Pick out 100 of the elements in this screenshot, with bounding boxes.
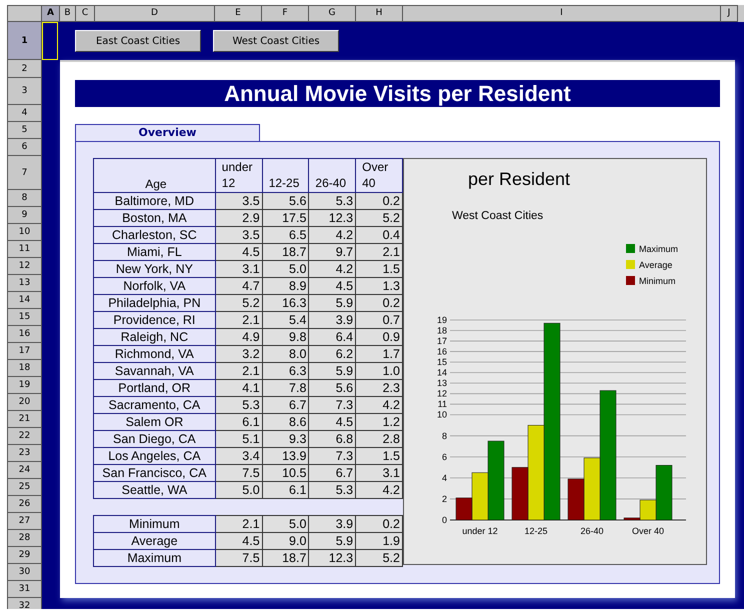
axis-tick-label: 10 (436, 410, 447, 420)
axis-tick-label: 12 (436, 388, 447, 399)
row-header[interactable]: 14 (7, 292, 42, 309)
column-header[interactable]: D (95, 5, 215, 22)
value-cell: 0.4 (356, 226, 402, 244)
row-header[interactable]: 11 (7, 241, 42, 258)
value-cell: 1.2 (356, 414, 402, 430)
city-cell: Portland, OR (94, 380, 216, 396)
row-header[interactable]: 8 (7, 190, 42, 207)
axis-tick-label: 6 (442, 452, 447, 462)
axis-tick-label: 0 (442, 515, 447, 525)
value-cell: 1.7 (356, 346, 402, 362)
axis-tick-label: 14 (436, 368, 447, 378)
row-header[interactable]: 3 (7, 78, 42, 105)
row-header[interactable]: 15 (7, 309, 42, 326)
value-cell: 3.2 (215, 346, 262, 362)
value-cell: 4.2 (356, 396, 402, 414)
value-cell: 3.1 (215, 260, 262, 278)
value-cell: 2.9 (215, 210, 262, 226)
value-cell: 2.1 (215, 516, 262, 532)
value-cell: 9.8 (262, 328, 309, 346)
series-label: Minimum (639, 276, 676, 286)
value-cell: 5.6 (308, 380, 356, 396)
value-cell: 5.3 (308, 192, 356, 210)
row-header[interactable]: 29 (7, 547, 42, 564)
row-header[interactable]: 26 (7, 496, 42, 513)
row-header[interactable]: 7 (7, 156, 42, 190)
value-cell: 5.0 (262, 516, 309, 532)
value-cell: 7.3 (308, 448, 356, 464)
axis-tick-label: 16 (436, 346, 447, 357)
row-header[interactable]: 20 (7, 394, 42, 411)
column-heading: 12-25 (262, 158, 309, 192)
filter-button[interactable]: West Coast Cities (213, 30, 339, 52)
row-header[interactable]: 24 (7, 462, 42, 479)
row-header[interactable]: 1 (7, 22, 42, 60)
row-header[interactable]: 21 (7, 411, 42, 428)
chart-title: per Resident (468, 169, 570, 190)
value-cell: 7.3 (308, 396, 356, 414)
filter-button[interactable]: East Coast Cities (75, 30, 201, 52)
row-header[interactable]: 23 (7, 445, 42, 462)
row-header[interactable]: 30 (7, 564, 42, 581)
axis-tick-label: 2 (442, 494, 447, 504)
axis-tick-label: 13 (436, 378, 447, 388)
value-cell: 1.5 (356, 260, 402, 278)
row-header[interactable]: 16 (7, 326, 42, 343)
dashboard-title: Annual Movie Visits per Resident (75, 80, 720, 107)
row-header[interactable]: 27 (7, 513, 42, 530)
row-header[interactable]: 32 (7, 598, 42, 609)
value-cell: 3.1 (356, 464, 402, 482)
value-cell: 0.2 (356, 516, 402, 532)
row-header[interactable]: 2 (7, 60, 42, 78)
tab[interactable]: Overview (75, 124, 260, 141)
value-cell: 3.9 (308, 312, 356, 328)
value-cell: 8.9 (262, 278, 309, 294)
city-cell: Salem OR (94, 414, 216, 430)
summary-label: Minimum (94, 516, 216, 532)
row-header[interactable]: 12 (7, 258, 42, 275)
row-header[interactable]: 9 (7, 207, 42, 224)
chart-subtitle: West Coast Cities (452, 210, 544, 222)
city-cell: Raleigh, NC (94, 328, 216, 346)
axis-tick-label: 17 (436, 336, 447, 346)
value-cell: 10.5 (262, 464, 309, 482)
city-cell: Norfolk, VA (94, 278, 216, 294)
row-header[interactable]: 10 (7, 224, 42, 241)
row-header[interactable]: 19 (7, 377, 42, 394)
value-cell: 12.3 (308, 210, 356, 226)
city-cell: Richmond, VA (94, 346, 216, 362)
value-cell: 6.7 (262, 396, 309, 414)
row-header[interactable]: 28 (7, 530, 42, 547)
value-cell: 2.1 (356, 244, 402, 260)
axis-tick-label: 4 (442, 472, 447, 483)
value-cell: 4.2 (356, 482, 402, 498)
value-cell: 6.2 (308, 346, 356, 362)
row-header[interactable]: 22 (7, 428, 42, 445)
value-cell: 5.1 (215, 430, 262, 448)
row-header[interactable]: 25 (7, 479, 42, 496)
city-cell: Seattle, WA (94, 482, 216, 498)
city-cell: Sacramento, CA (94, 396, 216, 414)
value-cell: 0.7 (356, 312, 402, 328)
row-header[interactable]: 31 (7, 581, 42, 598)
value-cell: 1.3 (356, 278, 402, 294)
value-cell: 7.5 (215, 550, 262, 566)
value-cell: 5.2 (215, 294, 262, 312)
row-header[interactable]: 6 (7, 139, 42, 156)
column-header[interactable]: I (403, 5, 721, 22)
row-header[interactable]: 13 (7, 275, 42, 292)
row-header[interactable]: 18 (7, 360, 42, 377)
corner-cell[interactable] (7, 5, 42, 22)
city-cell: San Francisco, CA (94, 464, 216, 482)
value-cell: 4.9 (215, 328, 262, 346)
row-header[interactable]: 4 (7, 105, 42, 122)
column-header[interactable]: A (42, 5, 60, 22)
row-header[interactable]: 5 (7, 122, 42, 139)
value-cell: 1.5 (356, 448, 402, 464)
value-cell: 9.7 (308, 244, 356, 260)
axis-tick-label: 19 (436, 315, 447, 325)
city-cell: Miami, FL (94, 244, 216, 260)
row-header[interactable]: 17 (7, 343, 42, 360)
value-cell: 5.2 (356, 210, 402, 226)
value-cell: 9.3 (262, 430, 309, 448)
